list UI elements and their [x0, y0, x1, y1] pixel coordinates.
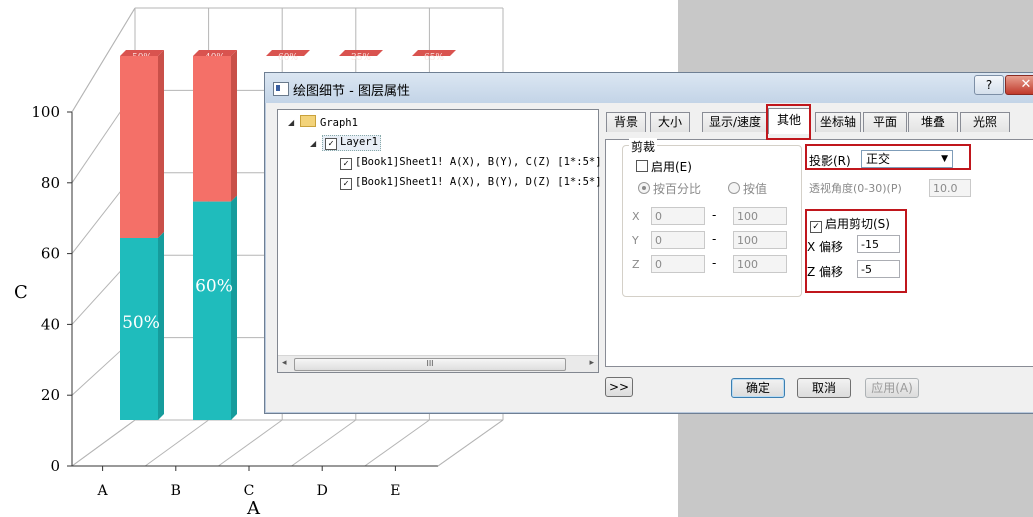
- clip-z-to-input[interactable]: 100: [733, 255, 787, 273]
- cancel-button[interactable]: 取消: [797, 378, 851, 398]
- bar-segment: [193, 56, 231, 202]
- highlight-box: [766, 104, 811, 140]
- y-axis-label: C: [14, 282, 28, 303]
- enable-clip-label: 启用(E): [651, 160, 692, 174]
- gridline: [291, 419, 357, 467]
- scroll-left-icon[interactable]: ◂: [282, 358, 287, 368]
- bar-top-label: 60%: [278, 53, 298, 63]
- apply-button[interactable]: 应用(A): [865, 378, 919, 398]
- gridline: [364, 419, 430, 467]
- window-icon: [273, 82, 289, 96]
- checkbox[interactable]: [636, 160, 648, 172]
- tab-size[interactable]: 大小: [650, 112, 690, 132]
- gridline: [437, 419, 504, 467]
- clip-z-label: Z: [632, 258, 640, 271]
- bar-side: [158, 50, 164, 238]
- y-tick-label: 40: [41, 315, 60, 333]
- tab-background[interactable]: 背景: [606, 112, 646, 132]
- checkbox[interactable]: ✓: [340, 178, 352, 190]
- tree-root-label: Graph1: [320, 117, 358, 129]
- y-tick-label: 60: [41, 245, 60, 263]
- by-value-radio[interactable]: 按值: [728, 180, 767, 197]
- clip-y-from-input[interactable]: 0: [651, 231, 705, 249]
- tab-planes[interactable]: 平面: [863, 112, 907, 132]
- by-percent-label: 按百分比: [653, 182, 702, 196]
- tree-item-graph[interactable]: Graph1: [300, 115, 358, 129]
- close-button[interactable]: ✕: [1005, 75, 1033, 95]
- perspective-angle-input[interactable]: 10.0: [929, 179, 971, 197]
- scroll-right-icon[interactable]: ▸: [589, 358, 594, 368]
- tab-display-speed[interactable]: 显示/速度: [702, 112, 768, 132]
- bar-top-label: 35%: [351, 53, 371, 63]
- radio-icon[interactable]: [728, 182, 740, 194]
- tree-layer-label: Layer1: [340, 136, 378, 148]
- tree-item-layer[interactable]: ✓ Layer1: [322, 135, 381, 151]
- tree-item-plot[interactable]: ✓ [Book1]Sheet1! A(X), B(Y), C(Z) [1*:5*]: [340, 156, 602, 170]
- x-tick-label: D: [317, 483, 328, 499]
- y-tick-label: 0: [50, 457, 60, 475]
- x-tick-label: B: [171, 483, 181, 499]
- clip-z-from-input[interactable]: 0: [651, 255, 705, 273]
- expand-button[interactable]: >>: [605, 377, 633, 397]
- dash-separator: -: [712, 256, 717, 270]
- plot-details-dialog: 绘图细节 - 图层属性 ? ✕ ◢ Graph1 ◢ ✓ Layer1 ✓ [Boo…: [264, 72, 1033, 414]
- y-tick-label: 100: [31, 103, 60, 121]
- gridline: [144, 419, 209, 467]
- folder-icon: [300, 115, 316, 127]
- gridline: [71, 419, 136, 467]
- help-button[interactable]: ?: [974, 75, 1004, 95]
- x-tick-label: C: [244, 483, 255, 499]
- collapse-icon[interactable]: ◢: [288, 118, 294, 127]
- checkbox[interactable]: ✓: [340, 158, 352, 170]
- clip-x-label: X: [632, 210, 640, 223]
- tab-lighting[interactable]: 光照: [960, 112, 1010, 132]
- title-bar[interactable]: 绘图细节 - 图层属性 ? ✕: [265, 73, 1033, 103]
- dash-separator: -: [712, 232, 717, 246]
- layer-tree: ◢ Graph1 ◢ ✓ Layer1 ✓ [Book1]Sheet1! A(X),…: [277, 109, 602, 373]
- clip-y-label: Y: [632, 234, 639, 247]
- bar-segment: [120, 56, 158, 238]
- dialog-title: 绘图细节 - 图层属性: [293, 84, 410, 99]
- highlight-box: [805, 144, 971, 170]
- bar-value-label: 50%: [122, 313, 160, 333]
- highlight-box: [805, 209, 907, 293]
- radio-icon[interactable]: [638, 182, 650, 194]
- horizontal-scrollbar[interactable]: ◂ III ▸: [278, 355, 598, 372]
- by-value-label: 按值: [743, 182, 768, 196]
- plot-label: [Book1]Sheet1! A(X), B(Y), C(Z) [1*:5*]: [355, 156, 602, 168]
- tab-stack[interactable]: 堆叠: [908, 112, 958, 132]
- plot-label: [Book1]Sheet1! A(X), B(Y), D(Z) [1*:5*]: [355, 176, 602, 188]
- clip-group-label: 剪裁: [629, 138, 658, 155]
- enable-clip-checkbox[interactable]: 启用(E): [636, 158, 692, 175]
- y-tick-label: 80: [41, 174, 60, 192]
- x-axis-label: A: [246, 498, 261, 517]
- bar-segment: [193, 201, 231, 420]
- bar-side: [231, 50, 237, 202]
- ok-button[interactable]: 确定: [731, 378, 785, 398]
- tab-axes[interactable]: 坐标轴: [815, 112, 861, 132]
- gridline: [218, 419, 283, 467]
- x-tick-label: A: [97, 483, 109, 499]
- checkbox[interactable]: ✓: [325, 138, 337, 150]
- collapse-icon[interactable]: ◢: [310, 139, 316, 148]
- bar-top-label: 65%: [424, 53, 444, 63]
- scroll-thumb[interactable]: III: [294, 358, 566, 371]
- clip-y-to-input[interactable]: 100: [733, 231, 787, 249]
- dash-separator: -: [712, 208, 717, 222]
- clip-x-from-input[interactable]: 0: [651, 207, 705, 225]
- x-tick-label: E: [390, 483, 400, 499]
- bar-side: [231, 195, 237, 420]
- by-percent-radio[interactable]: 按百分比: [638, 180, 701, 197]
- perspective-angle-label: 透视角度(0-30)(P): [809, 182, 902, 195]
- y-tick-label: 20: [41, 386, 60, 404]
- tree-item-plot[interactable]: ✓ [Book1]Sheet1! A(X), B(Y), D(Z) [1*:5*]: [340, 176, 602, 190]
- bar-value-label: 60%: [195, 277, 233, 297]
- clip-x-to-input[interactable]: 100: [733, 207, 787, 225]
